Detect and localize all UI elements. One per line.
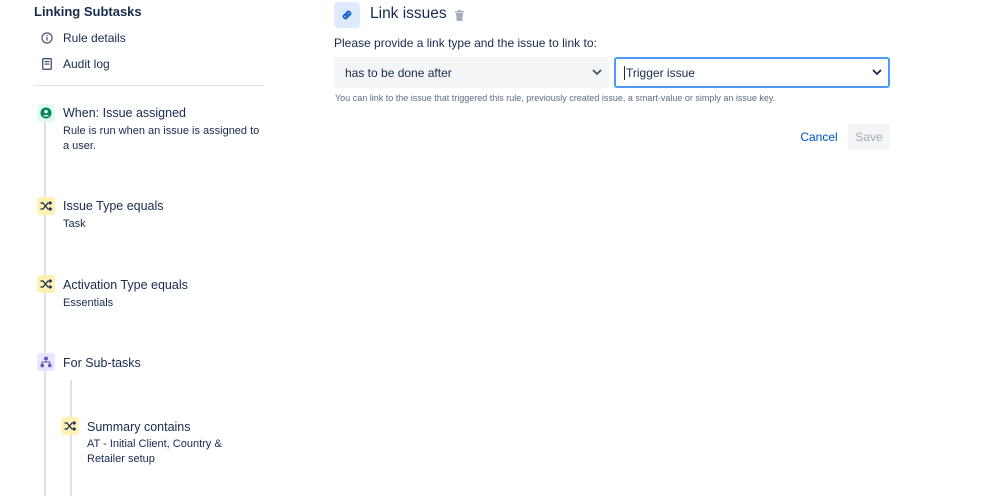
issue-select[interactable]: Trigger issue [614, 57, 890, 88]
shuffle-icon [37, 197, 55, 215]
component-activation-type-condition[interactable]: Activation Type equals Essentials [37, 275, 267, 311]
rule-title: Linking Subtasks [34, 4, 142, 19]
info-icon [40, 31, 54, 45]
branch-icon [37, 353, 55, 371]
component-desc: Retailer setup [87, 453, 155, 465]
component-title: When: Issue assigned [63, 106, 186, 120]
save-button[interactable]: Save [848, 124, 890, 150]
component-branch-subtasks[interactable]: For Sub-tasks [37, 353, 267, 375]
shuffle-icon [37, 275, 55, 293]
chevron-down-icon [592, 69, 602, 75]
nav-rule-details-label: Rule details [63, 31, 126, 45]
component-title: For Sub-tasks [63, 356, 141, 370]
issue-value: Trigger issue [626, 65, 695, 80]
nav-audit-log[interactable]: Audit log [40, 55, 110, 73]
cancel-button[interactable]: Cancel [796, 124, 842, 150]
component-desc: Essentials [63, 297, 114, 309]
component-trigger[interactable]: When: Issue assigned Rule is run when an… [37, 104, 267, 156]
nav-rule-details[interactable]: Rule details [40, 29, 126, 47]
link-prompt: Please provide a link type and the issue… [334, 36, 597, 50]
document-icon [40, 57, 54, 71]
sidebar-divider [34, 85, 264, 86]
trigger-icon [37, 104, 55, 122]
component-title: Issue Type equals [63, 199, 164, 213]
component-summary-condition[interactable]: Summary contains AT - Initial Client, Co… [61, 417, 271, 469]
shuffle-icon [61, 417, 79, 435]
component-desc: Task [63, 218, 86, 230]
trash-icon[interactable] [453, 8, 465, 22]
component-desc: AT - Initial Client, Country & [87, 438, 222, 450]
link-icon [334, 2, 360, 28]
nav-audit-log-label: Audit log [63, 57, 110, 71]
link-type-value: has to be done after [345, 65, 452, 80]
page-title: Link issues [370, 5, 447, 22]
helper-text: You can link to the issue that triggered… [335, 93, 776, 103]
component-desc: Rule is run when an issue is assigned to [63, 125, 260, 137]
component-issue-type-condition[interactable]: Issue Type equals Task [37, 197, 267, 233]
component-desc: a user. [63, 140, 97, 152]
component-title: Activation Type equals [63, 278, 188, 292]
link-type-select[interactable]: has to be done after [334, 57, 609, 88]
text-cursor [624, 65, 625, 80]
chevron-down-icon [872, 69, 882, 75]
component-title: Summary contains [87, 420, 191, 434]
